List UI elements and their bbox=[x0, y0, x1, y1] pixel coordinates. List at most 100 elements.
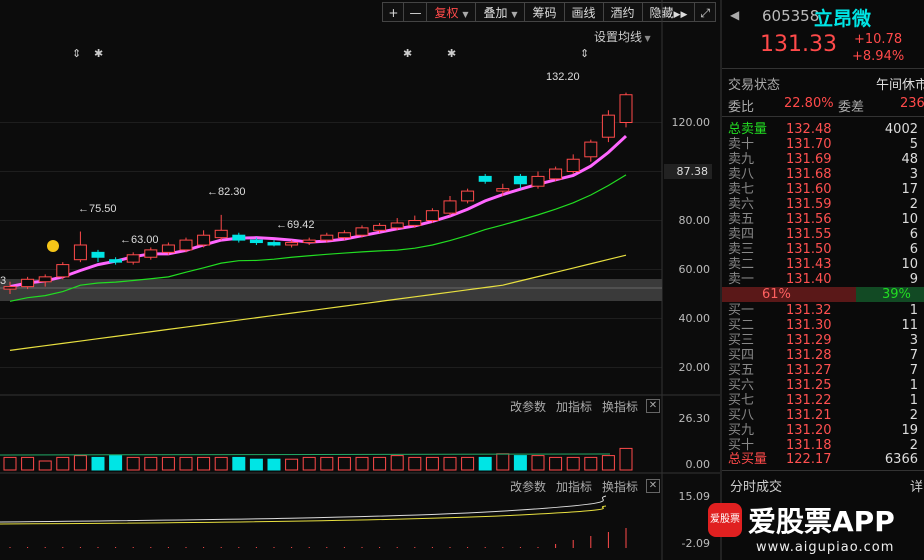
volume-bar bbox=[461, 456, 475, 471]
volume-bar bbox=[302, 456, 316, 471]
order-book-row[interactable]: 买七 131.22 1 bbox=[728, 393, 924, 408]
order-price: 131.69 bbox=[786, 152, 832, 167]
sub2-params-button[interactable]: 改参数 bbox=[510, 478, 546, 495]
order-book-row[interactable]: 买一 131.32 1 bbox=[728, 303, 924, 318]
order-level-label: 卖四 bbox=[728, 227, 755, 242]
candle-body bbox=[3, 286, 17, 290]
ratio-value: 22.80% bbox=[784, 96, 834, 111]
annotation-label: 3 bbox=[0, 275, 6, 287]
order-volume: 11 bbox=[901, 318, 918, 333]
order-book-row[interactable]: 卖四 131.55 6 bbox=[728, 227, 924, 242]
order-book-row[interactable]: 卖十 131.70 5 bbox=[728, 137, 924, 152]
axis-label: 60.00 bbox=[678, 262, 711, 276]
kline-chart[interactable]: + — 复权 ▼ 叠加 ▼ 筹码 画线 酒约 隐藏▶▶ ⤢ 设置均线 ▼ 132… bbox=[0, 0, 720, 560]
order-book-row[interactable]: 买二 131.30 11 bbox=[728, 318, 924, 333]
sub1-add-indicator-button[interactable]: 加指标 bbox=[556, 398, 592, 415]
total-sell-price: 132.48 bbox=[786, 122, 832, 137]
candle-body bbox=[443, 200, 457, 214]
volume-bar bbox=[144, 456, 158, 471]
volume-bar bbox=[549, 456, 563, 471]
order-book-row[interactable]: 卖二 131.43 10 bbox=[728, 257, 924, 272]
order-level-label: 买六 bbox=[728, 378, 755, 393]
order-book-row[interactable]: 买四 131.28 7 bbox=[728, 348, 924, 363]
total-sell-label: 总卖量 bbox=[728, 122, 768, 137]
candle-body bbox=[285, 242, 299, 246]
stock-name: 立昂微 bbox=[814, 8, 872, 30]
order-price: 131.27 bbox=[786, 363, 832, 378]
order-book-row[interactable]: 卖一 131.40 9 bbox=[728, 272, 924, 287]
volume-bar bbox=[443, 456, 457, 471]
annotation-label: ←69.42 bbox=[276, 219, 315, 231]
order-price: 131.56 bbox=[786, 212, 832, 227]
total-buy-price: 122.17 bbox=[786, 452, 832, 467]
order-level-label: 卖二 bbox=[728, 257, 755, 272]
candle-body bbox=[21, 278, 35, 288]
order-book-row[interactable]: 卖八 131.68 3 bbox=[728, 167, 924, 182]
tick-trades-tab[interactable]: 分时成交 bbox=[730, 476, 782, 495]
order-book-row[interactable]: 买五 131.27 7 bbox=[728, 363, 924, 378]
order-book-row[interactable]: 买八 131.21 2 bbox=[728, 408, 924, 423]
order-volume: 7 bbox=[909, 348, 918, 363]
candle-body bbox=[584, 141, 598, 158]
volume-bar bbox=[531, 455, 545, 471]
watermark: 爱股票 爱股票APP bbox=[708, 500, 924, 540]
buy-ratio: 61% bbox=[762, 287, 791, 302]
sub2-add-indicator-button[interactable]: 加指标 bbox=[556, 478, 592, 495]
event-marker-icon: ✱ bbox=[94, 48, 103, 60]
annotation-high: 132.20 bbox=[546, 71, 580, 83]
main-chart-area[interactable]: 132.20 ←75.50 ←63.00 ←82.30 ←69.42 3 ⇕ ✱ ✱ ✱ ⇕ bbox=[0, 0, 720, 560]
quote-panel: ◀ 605358 立昂微 131.33 +10.78 +8.94% 交易状态 午… bbox=[720, 0, 924, 560]
candle-body bbox=[214, 229, 228, 239]
candle-body bbox=[355, 227, 369, 236]
close-icon[interactable]: ✕ bbox=[646, 399, 660, 413]
order-level-label: 买十 bbox=[728, 438, 755, 453]
tick-details-button[interactable]: 详 bbox=[910, 476, 923, 495]
total-buy-vol: 6366 bbox=[884, 452, 918, 467]
order-price: 131.70 bbox=[786, 137, 832, 152]
watermark-logo: 爱股票 bbox=[708, 503, 742, 537]
candle-body bbox=[320, 234, 334, 241]
close-icon[interactable]: ✕ bbox=[646, 479, 660, 493]
order-price: 131.22 bbox=[786, 393, 832, 408]
order-price: 131.32 bbox=[786, 303, 832, 318]
order-book-row[interactable]: 卖五 131.56 10 bbox=[728, 212, 924, 227]
order-volume: 10 bbox=[901, 212, 918, 227]
order-book-row[interactable]: 买十 131.18 2 bbox=[728, 438, 924, 453]
candle-body bbox=[126, 254, 140, 263]
volume-bar bbox=[285, 458, 299, 471]
candle-body bbox=[478, 175, 492, 182]
order-book-row[interactable]: 买九 131.20 19 bbox=[728, 423, 924, 438]
price-change-pct: +8.94% bbox=[852, 49, 905, 64]
candle-body bbox=[302, 239, 316, 244]
order-book-row[interactable]: 买三 131.29 3 bbox=[728, 333, 924, 348]
volume-bar bbox=[126, 456, 140, 471]
volume-bar bbox=[73, 455, 87, 471]
order-level-label: 卖九 bbox=[728, 152, 755, 167]
sub2-axis-bottom: -2.09 bbox=[681, 537, 710, 550]
back-arrow-icon[interactable]: ◀ bbox=[730, 8, 739, 22]
order-book-row[interactable]: 买六 131.25 1 bbox=[728, 378, 924, 393]
sub1-switch-indicator-button[interactable]: 换指标 bbox=[602, 398, 638, 415]
candle-body bbox=[232, 234, 246, 241]
order-book-row[interactable]: 卖三 131.50 6 bbox=[728, 242, 924, 257]
volume-bar bbox=[197, 456, 211, 471]
order-book-row[interactable]: 卖六 131.59 2 bbox=[728, 197, 924, 212]
order-price: 131.21 bbox=[786, 408, 832, 423]
order-volume: 2 bbox=[909, 197, 918, 212]
order-volume: 5 bbox=[909, 137, 918, 152]
order-book-row[interactable]: 卖七 131.60 17 bbox=[728, 182, 924, 197]
order-price: 131.40 bbox=[786, 272, 832, 287]
candle-body bbox=[73, 244, 87, 261]
order-price: 131.68 bbox=[786, 167, 832, 182]
order-book-row[interactable]: 卖九 131.69 48 bbox=[728, 152, 924, 167]
sub1-params-button[interactable]: 改参数 bbox=[510, 398, 546, 415]
order-volume: 7 bbox=[909, 363, 918, 378]
volume-bar bbox=[478, 456, 492, 471]
annotation-label: ←75.50 bbox=[78, 203, 117, 215]
candle-body bbox=[249, 239, 263, 244]
candle-body bbox=[179, 239, 193, 251]
volume-bar bbox=[109, 455, 123, 471]
axis-label: 120.00 bbox=[671, 115, 711, 129]
order-volume: 48 bbox=[901, 152, 918, 167]
sub2-switch-indicator-button[interactable]: 换指标 bbox=[602, 478, 638, 495]
